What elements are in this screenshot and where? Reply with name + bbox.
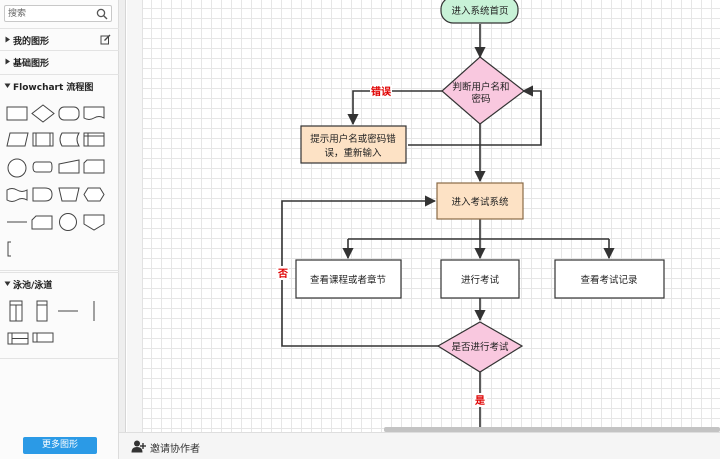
stored-data-shape[interactable] <box>59 132 80 147</box>
shape-sidebar: 我的图形 基础图形 Flowchart 流程图 <box>0 0 119 459</box>
flowchart-diagram: 进入系统首页 判断用户名和 密码 提示用户名或密码错 误，重新输入 进入考试系统… <box>276 0 665 432</box>
or-connector-shape[interactable] <box>59 213 77 231</box>
exam-decision[interactable]: 是否进行考试 <box>436 321 524 373</box>
shape-search-box[interactable] <box>4 5 112 22</box>
edge-label-no: 否 <box>277 268 288 280</box>
more-shapes-button[interactable]: 更多图形 <box>23 437 97 454</box>
error-prompt-label-line2: 误，重新输入 <box>324 147 382 159</box>
login-check-label-line2: 密码 <box>471 93 490 105</box>
terminator-shape[interactable] <box>58 106 80 121</box>
view-courses-node[interactable]: 查看课程或者章节 <box>295 259 402 299</box>
sequential-data-shape[interactable] <box>32 161 53 173</box>
section-swimlane[interactable]: 泳池/泳道 <box>0 272 119 294</box>
section-basic-shapes[interactable]: 基础图形 <box>0 50 119 72</box>
edit-icon[interactable] <box>100 34 111 45</box>
error-prompt-label-line1: 提示用户名或密码错 <box>310 133 396 145</box>
caret-down-icon <box>4 281 11 286</box>
error-prompt-node[interactable]: 提示用户名或密码错 误，重新输入 <box>300 125 407 164</box>
caret-down-icon <box>4 83 11 88</box>
invite-collaborator-label: 邀请协作者 <box>150 444 200 455</box>
card-shape[interactable] <box>83 159 105 174</box>
caret-right-icon <box>5 36 10 43</box>
section-swimlane-label: 泳池/泳道 <box>13 281 53 291</box>
connector-shape[interactable] <box>7 158 27 178</box>
section-divider <box>0 358 119 359</box>
start-node-label: 进入系统首页 <box>451 5 508 17</box>
canvas-left-edge <box>119 0 126 432</box>
manual-input-shape[interactable] <box>58 159 80 174</box>
vertical-pool-shape[interactable] <box>9 300 23 322</box>
section-divider <box>0 270 119 271</box>
canvas-gutter <box>127 0 143 432</box>
section-my-shapes[interactable]: 我的图形 <box>0 28 119 50</box>
view-records-label: 查看考试记录 <box>580 274 638 286</box>
flowchart-shape-palette <box>6 104 105 257</box>
swimlane-shape-palette <box>7 300 95 345</box>
exam-system-label: 进入考试系统 <box>451 196 509 208</box>
internal-storage-shape[interactable] <box>83 132 105 147</box>
section-my-shapes-label: 我的图形 <box>13 37 50 47</box>
login-check-label-line1: 判断用户名和 <box>452 81 509 93</box>
off-page-connector-shape[interactable] <box>31 215 53 230</box>
manual-operation-shape[interactable] <box>58 187 80 202</box>
section-flowchart-label: Flowchart 流程图 <box>13 83 94 93</box>
document-shape[interactable] <box>83 106 105 120</box>
diagram-canvas[interactable]: 进入系统首页 判断用户名和 密码 提示用户名或密码错 误，重新输入 进入考试系统… <box>143 0 720 432</box>
section-flowchart[interactable]: Flowchart 流程图 <box>0 74 119 96</box>
process-shape[interactable] <box>6 106 28 121</box>
paper-tape-shape[interactable] <box>6 188 28 202</box>
bracket-shape[interactable] <box>7 241 11 257</box>
edge-label-yes: 是 <box>474 395 485 407</box>
add-user-icon <box>131 440 146 453</box>
edge-label-error: 错误 <box>371 85 392 98</box>
off-page-reference-shape[interactable] <box>83 214 105 231</box>
login-check-decision[interactable]: 判断用户名和 密码 <box>441 56 525 125</box>
view-courses-label: 查看课程或者章节 <box>310 274 386 286</box>
delay-shape[interactable] <box>32 187 53 202</box>
edge-login-error[interactable] <box>347 90 442 126</box>
take-exam-label: 进行考试 <box>461 274 500 286</box>
view-records-node[interactable]: 查看考试记录 <box>554 259 665 299</box>
vertical-lane-shape[interactable] <box>36 300 48 322</box>
data-shape[interactable] <box>6 132 29 147</box>
exam-decision-label: 是否进行考试 <box>451 341 509 353</box>
start-node[interactable]: 进入系统首页 <box>440 0 519 24</box>
horizontal-lane-shape[interactable] <box>32 332 54 343</box>
decision-shape[interactable] <box>31 104 55 123</box>
bottom-toolbar: 邀请协作者 <box>119 432 720 459</box>
shape-search-input[interactable] <box>8 7 94 20</box>
predefined-process-shape[interactable] <box>32 132 54 147</box>
exam-system-node[interactable]: 进入考试系统 <box>436 182 524 220</box>
take-exam-node[interactable]: 进行考试 <box>440 259 520 299</box>
search-icon[interactable] <box>96 8 108 20</box>
preparation-shape[interactable] <box>83 187 105 202</box>
horizontal-pool-shape[interactable] <box>7 332 29 345</box>
caret-right-icon <box>5 58 10 65</box>
section-basic-shapes-label: 基础图形 <box>13 59 50 69</box>
